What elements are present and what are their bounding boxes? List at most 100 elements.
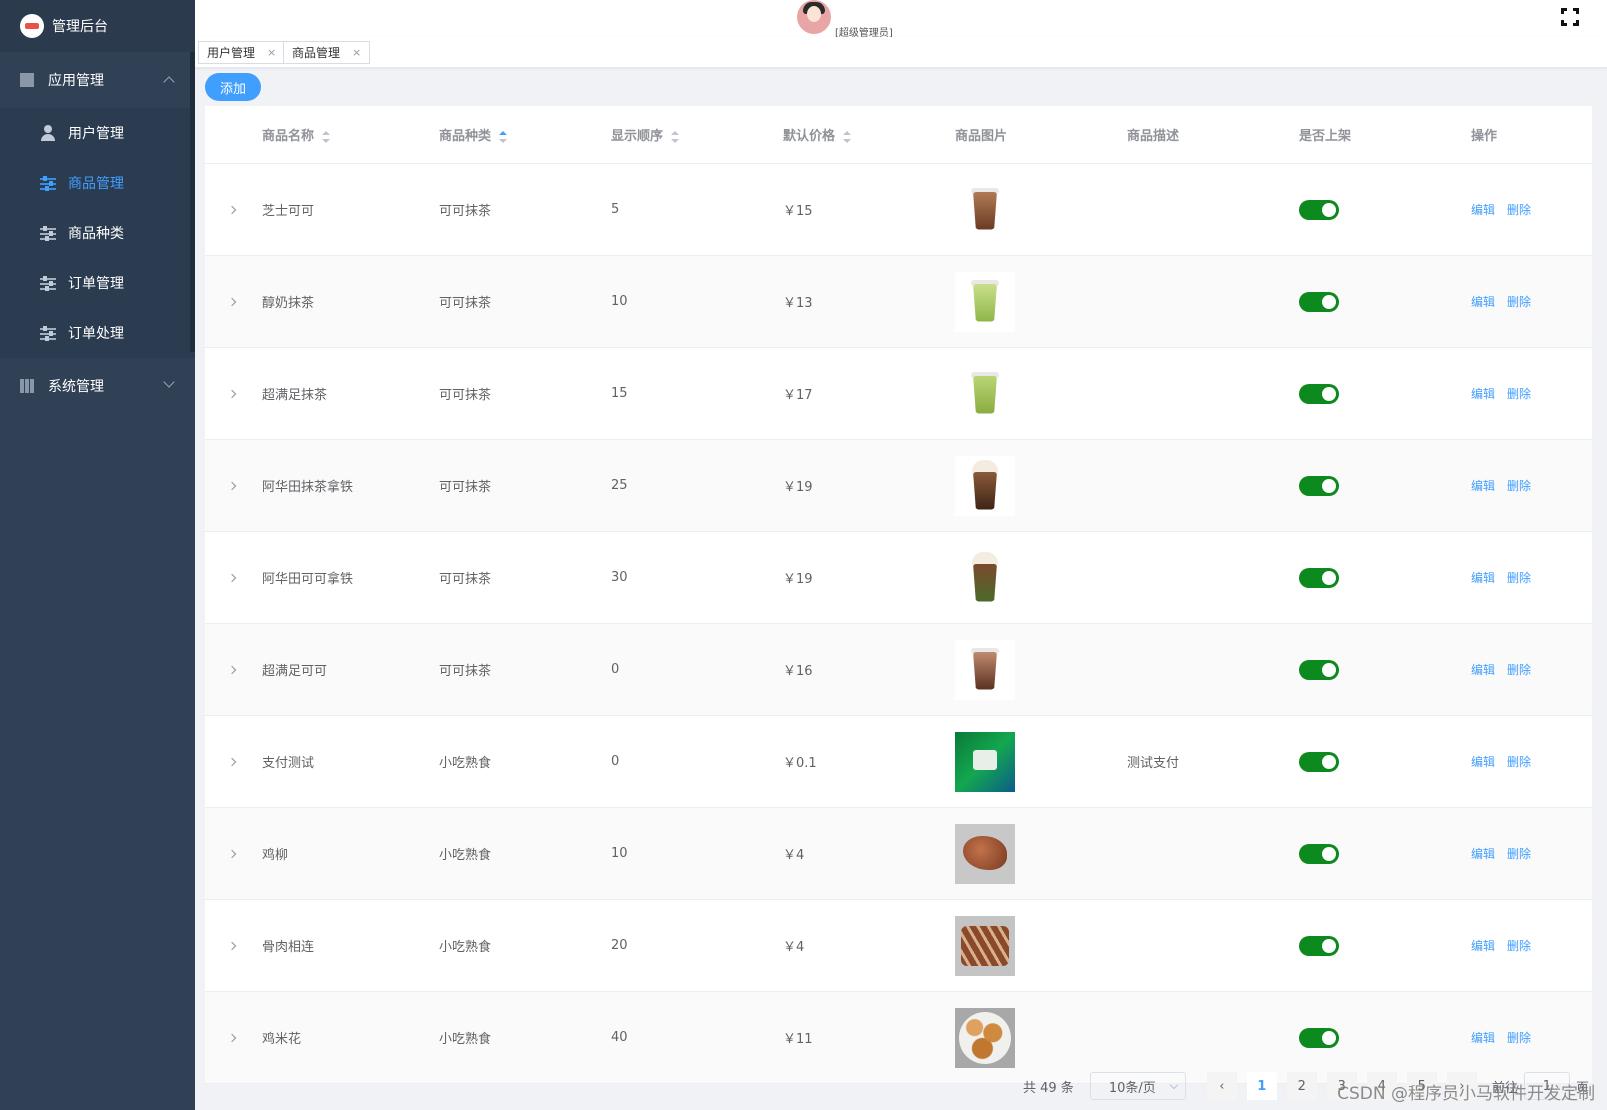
expand-cell[interactable] [205,386,262,401]
tab-products[interactable]: 商品管理 × [283,41,371,64]
product-image[interactable] [955,363,1015,424]
col-label: 商品种类 [439,129,492,144]
chevron-right-icon[interactable] [227,297,237,307]
product-image[interactable] [955,731,1015,792]
delete-link[interactable]: 删除 [1507,755,1531,769]
cell-image [955,455,1127,516]
delete-link[interactable]: 删除 [1507,479,1531,493]
edit-link[interactable]: 编辑 [1471,295,1495,309]
delete-link[interactable]: 删除 [1507,203,1531,217]
product-image[interactable] [955,179,1015,240]
chevron-right-icon[interactable] [227,757,237,767]
sliders-icon [40,325,56,341]
product-image[interactable] [955,639,1015,700]
edit-link[interactable]: 编辑 [1471,571,1495,585]
product-image[interactable] [955,271,1015,332]
on-shelf-toggle[interactable] [1299,1027,1339,1048]
cell-category: 可可抹茶 [439,572,492,587]
sort-icon[interactable] [499,130,508,143]
sort-icon[interactable] [671,130,680,143]
expand-cell[interactable] [205,1030,262,1045]
edit-link[interactable]: 编辑 [1471,939,1495,953]
menu-group-app[interactable]: 应用管理 [0,52,195,108]
delete-link[interactable]: 删除 [1507,295,1531,309]
chevron-right-icon[interactable] [227,1033,237,1043]
chevron-right-icon[interactable] [227,941,237,951]
edit-link[interactable]: 编辑 [1471,387,1495,401]
cell-category: 可可抹茶 [439,296,492,311]
chevron-right-icon[interactable] [227,665,237,675]
sidebar-item-users[interactable]: 用户管理 [0,108,195,158]
expand-cell[interactable] [205,938,262,953]
chevron-right-icon[interactable] [227,481,237,491]
page-2[interactable]: 2 [1286,1072,1317,1100]
on-shelf-toggle[interactable] [1299,751,1339,772]
sort-icon[interactable] [843,130,852,143]
edit-link[interactable]: 编辑 [1471,479,1495,493]
on-shelf-toggle[interactable] [1299,475,1339,496]
col-price[interactable]: 默认价格 [783,125,955,144]
tab-label: 用户管理 [207,46,256,60]
table-row: 超满足抹茶 可可抹茶 15 ￥17 编辑 删除 [205,348,1592,440]
delete-link[interactable]: 删除 [1507,571,1531,585]
edit-link[interactable]: 编辑 [1471,1031,1495,1045]
delete-link[interactable]: 删除 [1507,387,1531,401]
cell-category: 小吃熟食 [439,940,492,955]
sidebar-item-categories[interactable]: 商品种类 [0,208,195,258]
on-shelf-toggle[interactable] [1299,843,1339,864]
sidebar-item-products[interactable]: 商品管理 [0,158,195,208]
sidebar-item-orders[interactable]: 订单管理 [0,258,195,308]
product-image[interactable] [955,455,1015,516]
expand-cell[interactable] [205,846,262,861]
on-shelf-toggle[interactable] [1299,567,1339,588]
menu-group-system[interactable]: 系统管理 [0,358,195,414]
sidebar-item-label: 订单处理 [68,326,124,342]
cell-category: 小吃熟食 [439,1032,492,1047]
tab-users[interactable]: 用户管理 × [198,41,286,64]
expand-cell[interactable] [205,754,262,769]
product-image[interactable] [955,915,1015,976]
delete-link[interactable]: 删除 [1507,939,1531,953]
chevron-right-icon[interactable] [227,205,237,215]
add-button[interactable]: 添加 [205,73,261,101]
on-shelf-toggle[interactable] [1299,291,1339,312]
delete-link[interactable]: 删除 [1507,847,1531,861]
fullscreen-icon[interactable] [1561,8,1579,26]
edit-link[interactable]: 编辑 [1471,663,1495,677]
delete-link[interactable]: 删除 [1507,663,1531,677]
avatar[interactable] [797,0,831,34]
prev-page-button[interactable]: ‹ [1206,1072,1237,1100]
col-order[interactable]: 显示顺序 [611,125,783,144]
chevron-right-icon[interactable] [227,849,237,859]
on-shelf-toggle[interactable] [1299,935,1339,956]
expand-cell[interactable] [205,202,262,217]
product-image[interactable] [955,547,1015,608]
page-1[interactable]: 1 [1246,1072,1277,1100]
expand-cell[interactable] [205,662,262,677]
sidebar-item-label: 商品种类 [68,226,124,242]
page-size-select[interactable]: 10条/页 [1089,1072,1186,1100]
logo-bar: 管理后台 [0,0,195,52]
on-shelf-toggle[interactable] [1299,659,1339,680]
edit-link[interactable]: 编辑 [1471,847,1495,861]
close-icon[interactable]: × [267,46,276,59]
delete-link[interactable]: 删除 [1507,1031,1531,1045]
on-shelf-toggle[interactable] [1299,383,1339,404]
on-shelf-toggle[interactable] [1299,199,1339,220]
sort-icon[interactable] [322,130,331,143]
edit-link[interactable]: 编辑 [1471,755,1495,769]
product-image[interactable] [955,823,1015,884]
col-category[interactable]: 商品种类 [439,125,611,144]
chevron-right-icon[interactable] [227,573,237,583]
sidebar-item-order-processing[interactable]: 订单处理 [0,308,195,358]
expand-cell[interactable] [205,294,262,309]
col-name[interactable]: 商品名称 [262,125,439,144]
chevron-right-icon[interactable] [227,389,237,399]
product-image[interactable] [955,1007,1015,1068]
expand-cell[interactable] [205,478,262,493]
cell-name: 超满足抹茶 [262,388,328,403]
edit-link[interactable]: 编辑 [1471,203,1495,217]
close-icon[interactable]: × [352,46,361,59]
cell-desc: 测试支付 [1127,756,1180,771]
expand-cell[interactable] [205,570,262,585]
